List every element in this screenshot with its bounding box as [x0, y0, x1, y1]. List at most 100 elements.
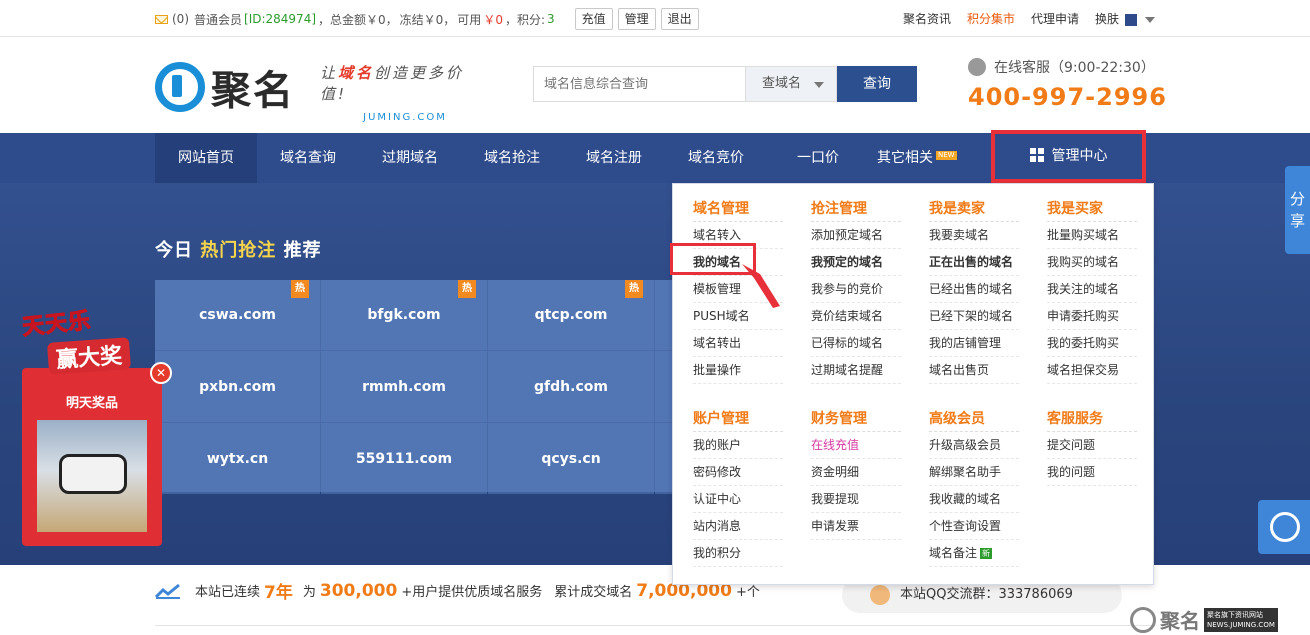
available-value: ￥0	[483, 12, 503, 27]
menu-item[interactable]: 解绑聚名助手	[929, 459, 1019, 486]
menu-item[interactable]: 批量购买域名	[1047, 222, 1137, 249]
search-type-select[interactable]: 查域名	[745, 66, 837, 102]
menu-item[interactable]: 我预定的域名	[811, 249, 901, 276]
menu-item[interactable]: 域名担保交易	[1047, 357, 1137, 384]
nav-home[interactable]: 网站首页	[155, 133, 257, 183]
customer-service: 在线客服（9:00-22:30） 400-997-2996	[968, 57, 1167, 111]
menu-item[interactable]: 认证中心	[693, 486, 783, 513]
menu-item-domain-notes[interactable]: 域名备注新	[929, 540, 1019, 567]
domain-name: bfgk.com	[367, 307, 441, 323]
online-support-button[interactable]	[1258, 500, 1310, 554]
menu-column-backorder: 抢注管理 添加预定域名 我预定的域名 我参与的竞价 竞价结束域名 已得标的域名 …	[811, 196, 901, 384]
recharge-button[interactable]: 充值	[574, 8, 613, 30]
customer-service-icon	[968, 58, 986, 76]
menu-item[interactable]: 申请委托购买	[1047, 303, 1137, 330]
menu-item[interactable]: 我购买的域名	[1047, 249, 1137, 276]
top-bar: (0) 普通会员 [ID:284974] ，总金额￥0， 冻结￥0， 可用 ￥0 …	[0, 0, 1310, 37]
points-label: ，积分:	[504, 12, 545, 27]
nav-domain-auction[interactable]: 域名竞价	[665, 133, 767, 183]
menu-item-online-recharge[interactable]: 在线充值	[811, 432, 901, 459]
service-hours[interactable]: 在线客服（9:00-22:30）	[994, 57, 1155, 77]
domain-name: pxbn.com	[199, 378, 276, 395]
menu-column-title[interactable]: 我是卖家	[929, 196, 1019, 222]
menu-item[interactable]: 过期域名提醒	[811, 357, 901, 384]
user-status: (0) 普通会员 [ID:284974] ，总金额￥0， 冻结￥0， 可用 ￥0 …	[155, 8, 699, 30]
menu-item[interactable]: 我要卖域名	[929, 222, 1019, 249]
site-stats: 本站已连续 7年 为 300,000 +用户提供优质域名服务 累计成交域名 7,000…	[155, 578, 760, 603]
domain-cell[interactable]: rmmh.com	[321, 351, 487, 422]
menu-item[interactable]: 我收藏的域名	[929, 486, 1019, 513]
menu-column-title[interactable]: 抢注管理	[811, 196, 901, 222]
domain-cell[interactable]: wytx.cn	[155, 423, 320, 494]
nav-fixed-price[interactable]: 一口价	[767, 133, 859, 183]
mail-icon[interactable]	[155, 14, 168, 24]
news-link[interactable]: 聚名资讯	[903, 10, 951, 27]
menu-column-title[interactable]: 客服服务	[1047, 406, 1137, 432]
menu-column-title[interactable]: 财务管理	[811, 406, 901, 432]
points-market-link[interactable]: 积分集市	[967, 10, 1015, 27]
domain-cell[interactable]: qcys.cn	[488, 423, 654, 494]
menu-item[interactable]: 我关注的域名	[1047, 276, 1137, 303]
domain-name: wytx.cn	[206, 450, 269, 467]
menu-item[interactable]: 个性查询设置	[929, 513, 1019, 540]
menu-item[interactable]: 我的账户	[693, 432, 783, 459]
domain-cell[interactable]: 559111.com	[321, 423, 487, 494]
headset-icon	[1270, 512, 1300, 542]
search-input[interactable]	[533, 66, 745, 102]
share-button[interactable]: 分享	[1285, 166, 1310, 254]
menu-item[interactable]: 我的店铺管理	[929, 330, 1019, 357]
menu-item[interactable]: 提交问题	[1047, 432, 1137, 459]
domain-cell[interactable]: pxbn.com	[155, 351, 320, 422]
menu-column-title[interactable]: 账户管理	[693, 406, 783, 432]
nav-other[interactable]: 其它相关 NEW	[859, 133, 957, 183]
site-logo[interactable]: 聚名	[155, 58, 295, 116]
menu-item-transfer-out[interactable]: 域名转出	[693, 330, 783, 357]
menu-item[interactable]: 已经出售的域名	[929, 276, 1019, 303]
nav-expired-domains[interactable]: 过期域名	[359, 133, 461, 183]
menu-column-title[interactable]: 高级会员	[929, 406, 1019, 432]
daily-prize-promo[interactable]: 明天奖品 天天乐 赢大奖 ✕	[21, 298, 172, 546]
domain-cell[interactable]: qtcp.com 热	[488, 280, 654, 350]
domain-cell[interactable]: bfgk.com 热	[321, 280, 487, 350]
domain-cell[interactable]: cswa.com 热	[155, 280, 320, 350]
management-center-button[interactable]: 管理中心	[991, 130, 1146, 183]
nav-domain-search[interactable]: 域名查询	[257, 133, 359, 183]
menu-item[interactable]: 竞价结束域名	[811, 303, 901, 330]
nav-domain-register[interactable]: 域名注册	[563, 133, 665, 183]
message-count[interactable]: (0)	[172, 12, 189, 26]
menu-item[interactable]: 密码修改	[693, 459, 783, 486]
menu-item[interactable]: 我参与的竞价	[811, 276, 901, 303]
menu-item[interactable]: 我的问题	[1047, 459, 1137, 486]
menu-column-support: 客服服务 提交问题 我的问题	[1047, 406, 1137, 486]
new-badge: NEW	[936, 151, 957, 160]
title-suffix: 推荐	[283, 240, 322, 261]
menu-item[interactable]: 升级高级会员	[929, 432, 1019, 459]
nav-domain-backorder[interactable]: 域名抢注	[461, 133, 563, 183]
logout-button[interactable]: 退出	[660, 8, 699, 30]
manage-button[interactable]: 管理	[617, 8, 656, 30]
menu-item-batch[interactable]: 批量操作	[693, 357, 783, 384]
menu-item[interactable]: 添加预定域名	[811, 222, 901, 249]
menu-column-title[interactable]: 我是买家	[1047, 196, 1137, 222]
menu-item[interactable]: 申请发票	[811, 513, 901, 540]
menu-item[interactable]: 正在出售的域名	[929, 249, 1019, 276]
menu-item[interactable]: 资金明细	[811, 459, 901, 486]
available-label: 可用	[457, 12, 482, 27]
search-button[interactable]: 查询	[837, 66, 917, 102]
skin-switcher[interactable]: 换肤	[1095, 10, 1155, 27]
prize-image	[37, 420, 147, 532]
skin-color-swatch	[1125, 13, 1137, 26]
menu-item[interactable]: 已得标的域名	[811, 330, 901, 357]
close-icon[interactable]: ✕	[150, 362, 172, 384]
menu-item[interactable]: 已经下架的域名	[929, 303, 1019, 330]
menu-item[interactable]: 站内消息	[693, 513, 783, 540]
domain-cell[interactable]: gfdh.com	[488, 351, 654, 422]
menu-item[interactable]: 域名出售页	[929, 357, 1019, 384]
agent-apply-link[interactable]: 代理申请	[1031, 10, 1079, 27]
menu-column-title[interactable]: 域名管理	[693, 196, 783, 222]
hot-tag: 热	[458, 280, 476, 298]
menu-item[interactable]: 我的积分	[693, 540, 783, 567]
users-value: 300,000	[319, 580, 398, 601]
menu-item[interactable]: 我的委托购买	[1047, 330, 1137, 357]
menu-item[interactable]: 我要提现	[811, 486, 901, 513]
